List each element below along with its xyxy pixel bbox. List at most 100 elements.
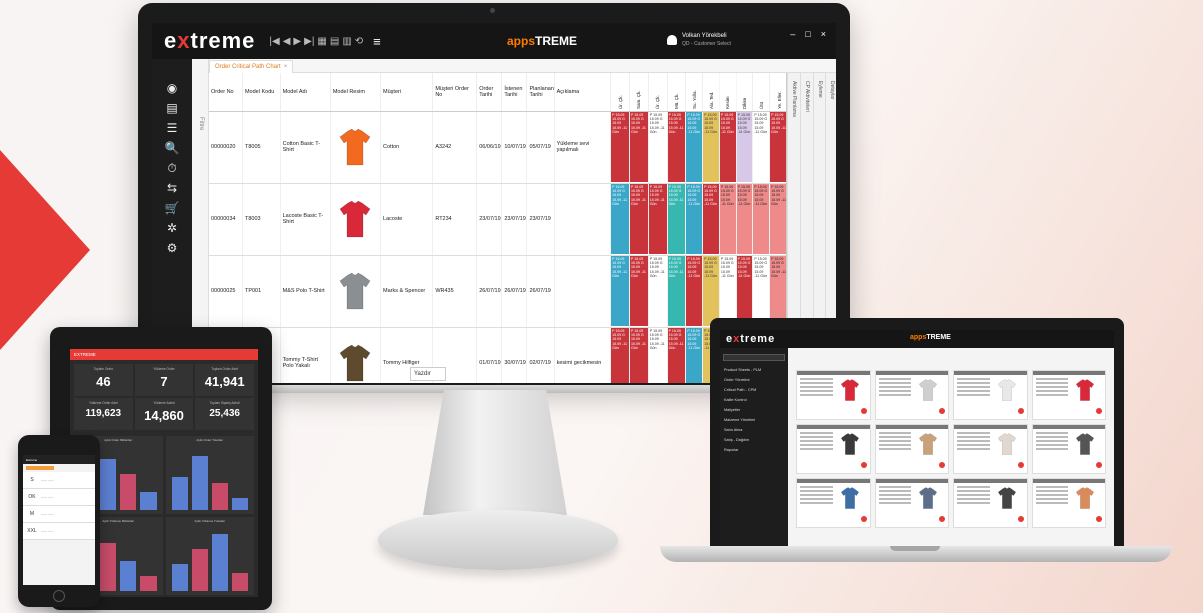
activity-cell[interactable]: P 15.09 15.09 G 15.09 15.09 -11 Gün (648, 255, 668, 328)
activity-cell[interactable]: P 15.09 15.09 G 15.09 15.09 -11 Gün (610, 327, 630, 383)
menu-icon[interactable]: ≡ (373, 34, 381, 49)
print-button[interactable]: Yazdır (410, 367, 446, 381)
activity-cell[interactable]: P 15.09 15.09 G 15.09 15.09 -11 Gün (610, 111, 630, 184)
col-header[interactable]: İstenen Tarihi (501, 73, 528, 112)
tab-critical-path[interactable]: Order Critical Path Chart × (209, 60, 294, 73)
activity-col-header[interactable]: Su. Yolla. (685, 73, 703, 111)
activity-cell[interactable]: P 15.09 15.09 G 15.09 15.09 -11 Gün (610, 183, 630, 256)
activity-cell[interactable]: P 15.09 15.09 G 15.09 15.09 -11 Gün (736, 183, 754, 256)
list-icon[interactable]: ▤ (330, 36, 339, 47)
activity-cell[interactable]: P 15.09 15.09 G 15.09 15.09 -11 Gün (629, 327, 649, 383)
phone-action-button[interactable] (26, 466, 54, 470)
activity-cell[interactable]: P 15.09 15.09 G 15.09 15.09 -11 Gün (685, 327, 704, 383)
activity-cell[interactable]: P 15.09 15.09 G 15.09 15.09 -11 Gün (667, 255, 687, 328)
col-header[interactable]: Planlanan Tarihi (526, 73, 555, 112)
activity-cell[interactable]: P 15.09 15.09 G 15.09 15.09 -11 Gün (752, 255, 771, 328)
refresh-icon[interactable]: ⟲ (355, 36, 363, 47)
user-badge[interactable]: Volkan Yörekbeli QD - Customer Select (667, 32, 731, 48)
activity-cell[interactable]: P 15.09 15.09 G 15.09 15.09 -11 Gün (752, 183, 771, 256)
col-header[interactable]: Order Tarihi (476, 73, 503, 112)
product-card[interactable] (796, 370, 871, 420)
prev-record-icon[interactable]: ◀ (283, 36, 291, 47)
table-row[interactable]: Tommy T-Shirt Polo Yakalı Tommy Hilfiger 0… (209, 327, 789, 383)
close-icon[interactable]: × (821, 29, 826, 39)
product-card[interactable] (796, 478, 871, 528)
transfer-icon[interactable]: ⇆ (167, 181, 177, 195)
size-row[interactable]: S —— —— (23, 472, 95, 489)
sidebar-item[interactable]: Maliyetler (720, 405, 788, 415)
sidebar-item[interactable]: Satın Alma (720, 425, 788, 435)
activity-col-header[interactable]: Kesim (719, 73, 737, 111)
activity-cell[interactable]: P 15.09 15.09 G 15.09 15.09 -11 Gün (648, 111, 668, 184)
product-card[interactable] (874, 370, 949, 420)
activity-col-header[interactable]: Sam. Çk. (629, 73, 649, 111)
product-card[interactable] (796, 424, 871, 474)
sidebar-item[interactable]: Critical Path - CPM (720, 385, 788, 395)
activity-cell[interactable]: P 15.09 15.09 G 15.09 15.09 -11 Gün (667, 183, 687, 256)
last-record-icon[interactable]: ▶| (304, 36, 314, 47)
activity-cell[interactable]: P 15.09 15.09 G 15.09 15.09 -11 Gün (752, 111, 771, 184)
activity-cell[interactable]: P 15.09 15.09 G 15.09 15.09 -11 Gün (719, 183, 737, 256)
col-header[interactable]: Müşteri (380, 73, 434, 112)
activity-cell[interactable]: P 15.09 15.09 G 15.09 15.09 -11 Gün (685, 255, 704, 328)
col-header[interactable]: Müşteri Order No (432, 73, 478, 112)
product-card[interactable] (1031, 370, 1106, 420)
activity-cell[interactable]: P 15.09 15.09 G 15.09 15.09 -11 Gün (629, 111, 649, 184)
activity-cell[interactable]: P 15.09 15.09 G 15.09 15.09 -11 Gün (667, 327, 687, 383)
col-header[interactable]: Order No (209, 73, 243, 112)
cart-icon[interactable]: 🛒 (165, 201, 180, 215)
list-icon[interactable]: ☰ (167, 121, 178, 135)
tab-close-icon[interactable]: × (284, 64, 288, 70)
activity-cell[interactable]: P 15.09 15.09 G 15.09 15.09 -11 Gün (629, 183, 649, 256)
activity-cell[interactable]: P 15.09 15.09 G 15.09 15.09 -11 Gün (685, 183, 704, 256)
size-row[interactable]: XXL —— —— (23, 523, 95, 540)
maximize-icon[interactable]: □ (805, 29, 810, 39)
timer-icon[interactable]: ⏱ (167, 161, 176, 175)
activity-col-header[interactable]: Ür. Çk. (648, 73, 668, 111)
product-card[interactable] (1031, 478, 1106, 528)
sidebar-item[interactable]: Order Yönetimi (720, 375, 788, 385)
grid-icon[interactable]: ▦ (317, 36, 326, 47)
home-button[interactable] (53, 590, 65, 602)
activity-cell[interactable]: P 15.09 15.09 G 15.09 15.09 -11 Gün (719, 255, 737, 328)
activity-cell[interactable]: P 15.09 15.09 G 15.09 15.09 -11 Gün (667, 111, 687, 184)
sidebar-item[interactable]: Raporlar (720, 445, 788, 455)
activity-cell[interactable]: P 15.09 15.09 G 15.09 15.09 -11 Gün (648, 183, 668, 256)
table-row[interactable]: 00000025 TP001 M&S Polo T-Shirt Marks & Spe… (209, 255, 789, 328)
sidebar-item[interactable]: Satış - Dağıtım (720, 435, 788, 445)
activity-cell[interactable]: P 15.09 15.09 G 15.09 15.09 -11 Gün (736, 111, 754, 184)
dashboard-icon[interactable]: ◉ (167, 81, 177, 95)
next-record-icon[interactable]: ▶ (293, 36, 301, 47)
snowflake-icon[interactable]: ✲ (167, 221, 177, 235)
gear-icon[interactable]: ⚙ (167, 241, 178, 255)
product-card[interactable] (953, 370, 1028, 420)
activity-cell[interactable]: P 15.09 15.09 G 15.09 15.09 -11 Gün (648, 327, 668, 383)
search-icon[interactable]: 🔍 (165, 141, 180, 155)
activity-cell[interactable]: P 15.09 15.09 G 15.09 15.09 -11 Gün (736, 255, 754, 328)
activity-col-header[interactable]: Mü. Çk. (667, 73, 686, 111)
sidebar-item[interactable]: Kalite Kontrol (720, 395, 788, 405)
activity-col-header[interactable]: Ütü (752, 73, 770, 111)
search-input[interactable] (723, 354, 785, 361)
size-row[interactable]: M —— —— (23, 506, 95, 523)
col-header[interactable]: Açıklama (554, 73, 612, 112)
first-record-icon[interactable]: |◀ (269, 36, 279, 47)
activity-cell[interactable]: P 15.09 15.09 G 15.09 15.09 -11 Gün (719, 111, 737, 184)
activity-cell[interactable]: P 15.09 15.09 G 15.09 15.09 -11 Gün (702, 255, 720, 328)
product-card[interactable] (953, 478, 1028, 528)
columns-icon[interactable]: ▥ (342, 36, 351, 47)
size-row[interactable]: OK —— —— (23, 489, 95, 506)
sidebar-item[interactable]: Product Sheets - PLM (720, 365, 788, 375)
minimize-icon[interactable]: – (790, 29, 795, 39)
table-row[interactable]: 00000020 T8005 Cotton Basic T-Shirt Cotton A… (209, 111, 789, 184)
activity-cell[interactable]: P 15.09 15.09 G 15.09 15.09 -11 Gün (685, 111, 704, 184)
activity-cell[interactable]: P 15.09 15.09 G 15.09 15.09 -11 Gün (610, 255, 630, 328)
activity-cell[interactable]: P 15.09 15.09 G 15.09 15.09 -11 Gün (702, 111, 720, 184)
activity-cell[interactable]: P 15.09 15.09 G 15.09 15.09 -11 Gün (629, 255, 649, 328)
col-header[interactable]: Model Resim (330, 73, 382, 112)
activity-col-header[interactable]: Ür. Çk. (610, 73, 630, 111)
document-icon[interactable]: ▤ (166, 101, 177, 115)
activity-col-header[interactable]: Ala. Ted. (702, 73, 720, 111)
product-card[interactable] (1031, 424, 1106, 474)
product-card[interactable] (874, 424, 949, 474)
